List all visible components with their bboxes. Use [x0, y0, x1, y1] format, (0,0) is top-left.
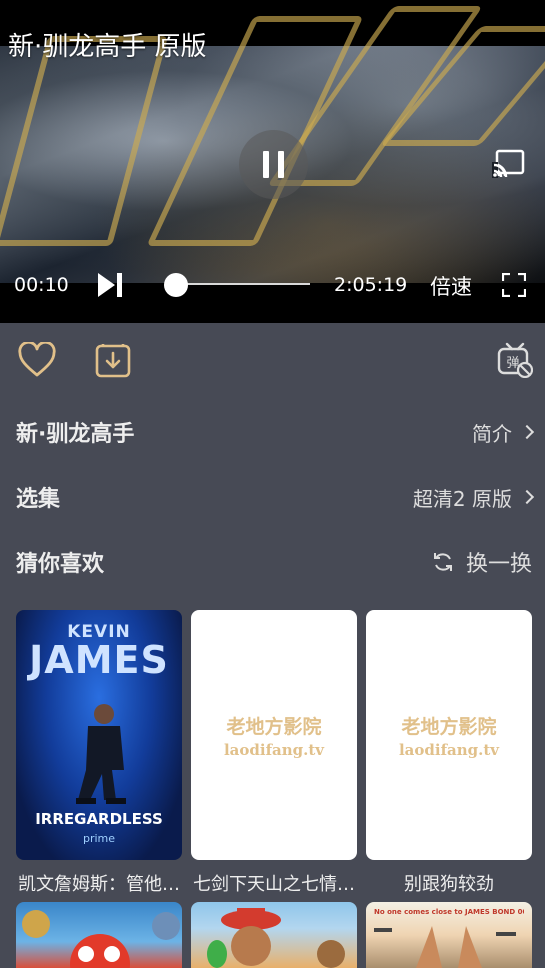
poster-image	[191, 902, 357, 968]
chevron-right-icon	[519, 424, 535, 440]
recommend-header: 猜你喜欢 换一换	[16, 542, 532, 582]
poster-text: prime	[82, 832, 116, 845]
recommend-card[interactable]	[191, 902, 357, 968]
watermark-url: laodifang.tv	[223, 740, 325, 759]
download-icon[interactable]	[95, 342, 131, 378]
action-row: 弹	[0, 334, 545, 390]
poster-image	[16, 902, 182, 968]
episodes-row[interactable]: 选集 超清2 原版	[16, 477, 535, 517]
cast-icon[interactable]	[492, 148, 526, 178]
recommend-card[interactable]: 老地方影院 laodifang.tv 别跟狗较劲	[366, 610, 532, 896]
poster-placeholder: 老地方影院 laodifang.tv	[366, 610, 532, 860]
recommend-card[interactable]	[16, 902, 182, 968]
poster-figure	[76, 704, 126, 804]
player-controls: 00:10 2:05:19 倍速	[0, 262, 545, 308]
poster-image: No one comes close to JAMES BOND 007	[366, 902, 532, 968]
recommend-card[interactable]: KEVIN JAMES IRREGARDLESS prime 凯文詹姆斯：管他…	[16, 610, 182, 896]
play-next-icon[interactable]	[96, 272, 124, 298]
card-caption: 七剑下天山之七情…	[193, 874, 355, 895]
watermark-text: 老地方影院	[401, 715, 497, 738]
recommend-card[interactable]: 老地方影院 laodifang.tv 七剑下天山之七情…	[191, 610, 357, 896]
danmaku-off-icon[interactable]: 弹	[497, 342, 533, 378]
favorite-heart-icon[interactable]	[18, 342, 56, 378]
current-time: 00:10	[14, 274, 69, 296]
episodes-label: 选集	[16, 487, 61, 512]
poster-placeholder: 老地方影院 laodifang.tv	[191, 610, 357, 860]
progress-bar[interactable]	[176, 283, 310, 285]
recommend-card[interactable]: No one comes close to JAMES BOND 007	[366, 902, 532, 968]
speed-button[interactable]: 倍速	[430, 271, 472, 301]
poster-image: KEVIN JAMES IRREGARDLESS prime	[16, 610, 182, 860]
poster-text: JAMES	[29, 638, 169, 682]
movie-title: 新·驯龙高手	[16, 422, 135, 447]
episodes-selector[interactable]: 超清2 原版	[412, 483, 535, 512]
pause-button[interactable]	[239, 130, 308, 199]
refresh-label: 换一换	[465, 552, 532, 577]
video-player[interactable]: 新·驯龙高手 原版 00:10 2:05:19 倍速	[0, 0, 545, 323]
fullscreen-icon[interactable]	[502, 273, 526, 297]
total-time: 2:05:19	[334, 274, 408, 296]
movie-info-row[interactable]: 新·驯龙高手 简介	[16, 412, 535, 452]
watermark-text: 老地方影院	[226, 715, 322, 738]
episodes-value: 超清2 原版	[412, 486, 512, 511]
progress-thumb[interactable]	[164, 273, 188, 297]
poster-text: IRREGARDLESS	[35, 810, 163, 828]
card-caption: 凯文詹姆斯：管他…	[18, 874, 180, 895]
refresh-icon	[433, 553, 452, 571]
watermark-url: laodifang.tv	[398, 740, 500, 759]
intro-label: 简介	[472, 421, 512, 446]
recommend-label: 猜你喜欢	[16, 552, 105, 577]
intro-link[interactable]: 简介	[472, 418, 535, 447]
video-title: 新·驯龙高手 原版	[8, 32, 207, 62]
chevron-right-icon	[519, 489, 535, 505]
card-caption: 别跟狗较劲	[404, 874, 494, 895]
refresh-button[interactable]: 换一换	[432, 546, 532, 578]
